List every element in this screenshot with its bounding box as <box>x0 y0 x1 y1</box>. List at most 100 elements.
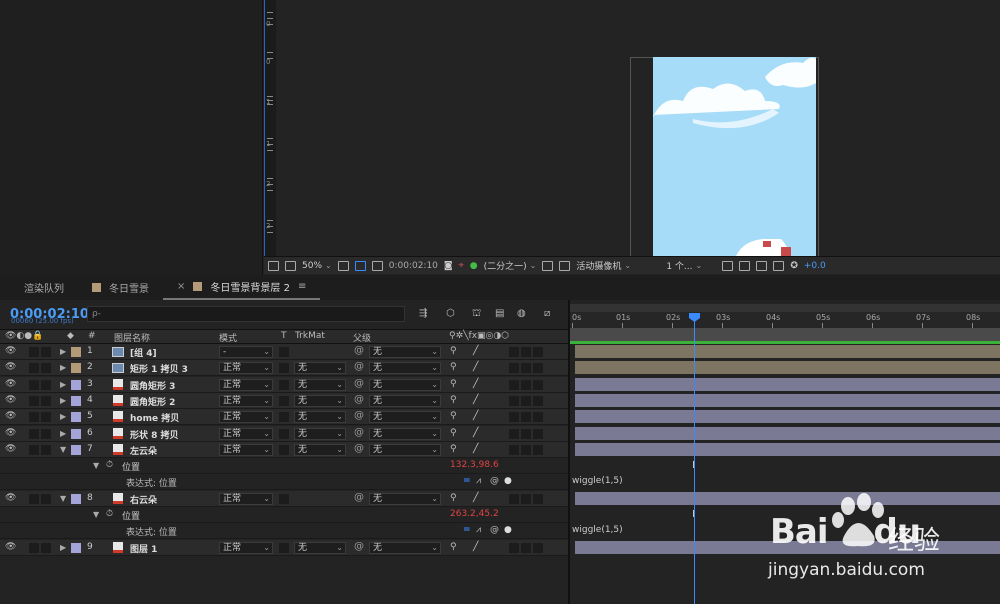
graph-icon[interactable]: ⩘ <box>476 476 481 486</box>
property-value[interactable]: 132.3,98.6 <box>450 460 499 470</box>
pick-whip-icon[interactable]: @ <box>490 525 499 535</box>
exposure-value[interactable]: +0.0 <box>804 261 826 271</box>
layer-name[interactable]: [组 4] <box>130 346 157 359</box>
trkmat-select[interactable]: 无 ⌄ <box>294 362 346 375</box>
parent-select[interactable]: 无 ⌄ <box>369 411 441 424</box>
column-parent[interactable]: 父级 <box>353 331 371 344</box>
switch-box[interactable] <box>521 395 531 406</box>
preserve-transparency-toggle[interactable] <box>279 347 289 357</box>
expression-row[interactable]: 表达式: 位置 = ⩘ @ ● <box>0 523 568 540</box>
pick-whip-icon[interactable]: @ <box>354 443 364 454</box>
visibility-eye-icon[interactable]: 👁 <box>5 379 16 389</box>
flowchart-icon[interactable] <box>756 260 768 271</box>
layer-label-color[interactable] <box>71 363 81 374</box>
switch-box[interactable] <box>509 428 519 439</box>
layer-name[interactable]: 左云朵 <box>130 444 157 457</box>
parent-select[interactable]: 无 ⌄ <box>369 378 441 391</box>
shy-switch-icon[interactable]: ⚲ <box>450 379 457 389</box>
layer-search-input[interactable]: ρ- <box>87 306 405 322</box>
solo-toggle[interactable] <box>29 363 39 374</box>
pick-whip-icon[interactable]: @ <box>354 492 364 503</box>
switch-box[interactable] <box>533 542 543 553</box>
layer-name[interactable]: 圆角矩形 3 <box>130 379 175 392</box>
switch-box[interactable] <box>509 542 519 553</box>
twirl-arrow-icon[interactable]: ▶ <box>60 543 66 552</box>
monitor-icon[interactable] <box>285 260 296 271</box>
grid-toggle-icon[interactable] <box>559 260 571 271</box>
expression-text[interactable]: wiggle(1,5) <box>572 525 623 535</box>
tab-winter-scene[interactable]: 冬日雪景 <box>78 275 163 300</box>
parent-select[interactable]: 无 ⌄ <box>369 492 441 505</box>
shy-switch-icon[interactable]: ⚲ <box>450 493 457 503</box>
show-snapshot-icon[interactable]: ⌖ <box>459 261 464 271</box>
blend-mode-select[interactable]: 正常 ⌄ <box>219 427 273 440</box>
trkmat-select[interactable]: 无 ⌄ <box>294 411 346 424</box>
preserve-transparency-toggle[interactable] <box>279 363 289 374</box>
layer-label-color[interactable] <box>71 542 81 553</box>
layer-label-color[interactable] <box>71 347 81 357</box>
composition-canvas[interactable] <box>653 57 816 256</box>
draft-3d-icon[interactable]: ⬡ <box>446 308 458 320</box>
preserve-transparency-toggle[interactable] <box>279 444 289 455</box>
switch-box[interactable] <box>533 395 543 406</box>
parent-select[interactable]: 无 ⌄ <box>369 541 441 554</box>
pick-whip-icon[interactable]: @ <box>354 345 364 356</box>
trkmat-select[interactable]: 无 ⌄ <box>294 443 346 456</box>
blend-mode-select[interactable]: 正常 ⌄ <box>219 394 273 407</box>
switch-box[interactable] <box>521 347 531 357</box>
twirl-arrow-icon[interactable]: ▼ <box>93 461 99 470</box>
solo-toggle[interactable] <box>29 493 39 504</box>
layer-row[interactable]: 👁 ▶ 9 图层 1 正常 ⌄ 无 ⌄ @ 无 ⌄ ⚲ ╱ <box>0 539 568 556</box>
layer-name[interactable]: 圆角矩形 2 <box>130 395 175 408</box>
stopwatch-icon[interactable]: ⏱ <box>106 509 113 519</box>
visibility-eye-icon[interactable]: 👁 <box>5 428 16 438</box>
switch-box[interactable] <box>509 363 519 374</box>
pick-whip-icon[interactable]: @ <box>354 427 364 438</box>
blend-mode-select[interactable]: 正常 ⌄ <box>219 492 273 505</box>
switch-box[interactable] <box>509 347 519 357</box>
reset-exposure-icon[interactable] <box>739 260 751 271</box>
blend-mode-select[interactable]: - ⌄ <box>219 346 273 358</box>
layer-row[interactable]: 👁 ▶ 3 圆角矩形 3 正常 ⌄ 无 ⌄ @ 无 ⌄ ⚲ ╱ <box>0 376 568 393</box>
expression-language-menu-icon[interactable]: ● <box>504 476 512 486</box>
transparency-grid-icon[interactable] <box>371 260 383 271</box>
visibility-eye-icon[interactable]: 👁 <box>5 362 16 372</box>
switch-box[interactable] <box>509 395 519 406</box>
twirl-arrow-icon[interactable]: ▶ <box>60 396 66 405</box>
layer-row[interactable]: 👁 ▼ 8 右云朵 正常 ⌄ @ 无 ⌄ ⚲ ╱ <box>0 490 568 507</box>
quality-switch-icon[interactable]: ╱ <box>473 379 478 389</box>
exposure-icon[interactable]: ✪ <box>790 261 798 271</box>
twirl-arrow-icon[interactable]: ▶ <box>60 363 66 372</box>
views-select[interactable]: 1 个... ⌄ <box>666 259 716 272</box>
quality-switch-icon[interactable]: ╱ <box>473 444 478 454</box>
layer-name[interactable]: 矩形 1 拷贝 3 <box>130 362 188 375</box>
quality-switch-icon[interactable]: ╱ <box>473 362 478 372</box>
graph-editor-icon[interactable]: ⧄ <box>544 308 556 320</box>
preserve-transparency-toggle[interactable] <box>279 412 289 423</box>
time-ruler[interactable]: 0s 01s 02s 03s 04s 05s 06s 07s 08s <box>570 312 1000 328</box>
layer-label-color[interactable] <box>71 428 81 439</box>
switch-box[interactable] <box>533 428 543 439</box>
solo-toggle[interactable] <box>29 347 39 357</box>
solo-toggle[interactable] <box>29 379 39 390</box>
parent-select[interactable]: 无 ⌄ <box>369 362 441 375</box>
shy-switch-icon[interactable]: ⚲ <box>450 542 457 552</box>
layer-duration-bar[interactable] <box>575 410 1000 424</box>
switch-box[interactable] <box>509 444 519 455</box>
shy-switch-icon[interactable]: ⚲ <box>450 444 457 454</box>
lock-toggle[interactable] <box>41 379 51 390</box>
viewer-timecode[interactable]: 0:00:02:10 <box>389 261 438 271</box>
layer-name[interactable]: 图层 1 <box>130 542 157 555</box>
shy-layers-icon[interactable]: ⛫ <box>472 308 484 320</box>
quality-switch-icon[interactable]: ╱ <box>473 493 478 503</box>
visibility-eye-icon[interactable]: 👁 <box>5 493 16 503</box>
switch-box[interactable] <box>521 428 531 439</box>
twirl-arrow-icon[interactable]: ▼ <box>60 494 66 503</box>
blend-mode-select[interactable]: 正常 ⌄ <box>219 362 273 375</box>
graph-icon[interactable]: ⩘ <box>476 525 481 535</box>
switch-box[interactable] <box>509 412 519 423</box>
trkmat-select[interactable]: 无 ⌄ <box>294 394 346 407</box>
switch-box[interactable] <box>521 363 531 374</box>
layer-name[interactable]: home 拷贝 <box>130 411 179 424</box>
camera-icon[interactable]: ◙ <box>444 261 453 271</box>
